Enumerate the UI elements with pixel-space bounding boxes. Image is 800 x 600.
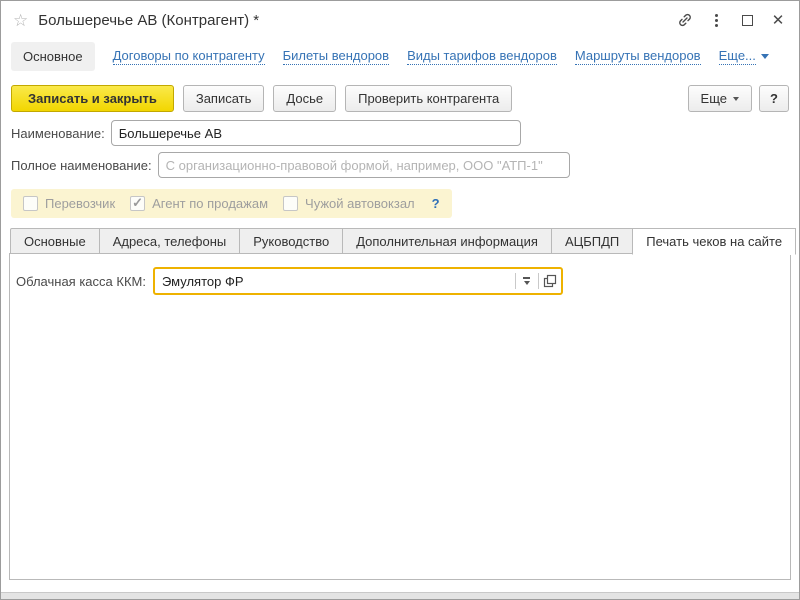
tab-general[interactable]: Основные xyxy=(10,228,100,254)
kkm-field-row: Облачная касса ККМ: Эмулятор ФР xyxy=(16,267,784,295)
counterparty-form-window: ☆ Большеречье АВ (Контрагент) * ✕ Основн… xyxy=(0,0,800,600)
checkbox-icon[interactable] xyxy=(23,196,38,211)
window-bottom-strip xyxy=(1,592,799,599)
titlebar-icons: ✕ xyxy=(674,9,789,31)
maximize-icon[interactable] xyxy=(736,9,758,31)
form-area: Наименование: Полное наименование: Перев… xyxy=(1,116,799,218)
tab-additional-info[interactable]: Дополнительная информация xyxy=(342,228,552,254)
chevron-down-icon xyxy=(524,281,530,285)
save-and-close-button[interactable]: Записать и закрыть xyxy=(11,85,174,112)
favorite-star-icon[interactable]: ☆ xyxy=(13,12,28,29)
flags-help-link[interactable]: ? xyxy=(432,196,440,211)
carrier-checkbox[interactable]: Перевозчик xyxy=(23,196,115,211)
kkm-combobox-value[interactable]: Эмулятор ФР xyxy=(155,274,515,289)
sales-agent-checkbox[interactable]: Агент по продажам xyxy=(130,196,268,211)
name-input[interactable] xyxy=(111,120,521,146)
chevron-down-icon xyxy=(761,54,769,59)
nav-more-label: Еще... xyxy=(719,48,756,65)
nav-link-vendor-routes[interactable]: Маршруты вендоров xyxy=(575,48,701,65)
sales-agent-checkbox-label: Агент по продажам xyxy=(152,196,268,211)
save-button[interactable]: Записать xyxy=(183,85,265,112)
toolbar-right-group: Еще ? xyxy=(688,85,789,112)
tab-receipt-printing-active[interactable]: Печать чеков на сайте xyxy=(632,228,796,255)
open-in-new-icon xyxy=(543,274,557,288)
toolbar-more-label: Еще xyxy=(701,91,727,106)
title-bar: ☆ Большеречье АВ (Контрагент) * ✕ xyxy=(1,1,799,39)
kkm-combobox[interactable]: Эмулятор ФР xyxy=(153,267,563,295)
check-counterparty-button[interactable]: Проверить контрагента xyxy=(345,85,512,112)
full-name-field-row: Полное наименование: xyxy=(11,152,789,178)
nav-tab-main[interactable]: Основное xyxy=(11,42,95,71)
flags-strip: Перевозчик Агент по продажам Чужой автов… xyxy=(11,189,452,218)
window-title: Большеречье АВ (Контрагент) * xyxy=(38,12,259,29)
checkbox-checked-icon[interactable] xyxy=(130,196,145,211)
foreign-bus-station-checkbox-label: Чужой автовокзал xyxy=(305,196,415,211)
tab-addresses-phones[interactable]: Адреса, телефоны xyxy=(99,228,241,254)
checkbox-icon[interactable] xyxy=(283,196,298,211)
nav-bar: Основное Договоры по контрагенту Билеты … xyxy=(1,39,799,79)
tab-management[interactable]: Руководство xyxy=(239,228,343,254)
more-menu-kebab-icon[interactable] xyxy=(705,9,727,31)
close-icon[interactable]: ✕ xyxy=(767,9,789,31)
chevron-down-icon xyxy=(733,97,739,101)
nav-link-vendor-tickets[interactable]: Билеты вендоров xyxy=(283,48,389,65)
help-button[interactable]: ? xyxy=(759,85,789,112)
full-name-field-label: Полное наименование: xyxy=(11,158,152,173)
kkm-dropdown-button[interactable] xyxy=(516,269,538,293)
carrier-checkbox-label: Перевозчик xyxy=(45,196,115,211)
kkm-field-label: Облачная касса ККМ: xyxy=(16,274,146,289)
nav-more-button[interactable]: Еще... xyxy=(719,48,769,65)
foreign-bus-station-checkbox[interactable]: Чужой автовокзал xyxy=(283,196,415,211)
tab-strip: Основные Адреса, телефоны Руководство До… xyxy=(1,218,799,254)
toolbar: Записать и закрыть Записать Досье Провер… xyxy=(1,79,799,116)
name-field-label: Наименование: xyxy=(11,126,105,141)
get-link-icon[interactable] xyxy=(674,9,696,31)
dropdown-icon xyxy=(523,277,530,279)
full-name-input[interactable] xyxy=(158,152,570,178)
tab-panel-receipt-printing: Облачная касса ККМ: Эмулятор ФР xyxy=(9,253,791,580)
name-field-row: Наименование: xyxy=(11,120,789,146)
tab-acbpdp[interactable]: АЦБПДП xyxy=(551,228,633,254)
kkm-open-button[interactable] xyxy=(539,269,561,293)
nav-link-contracts[interactable]: Договоры по контрагенту xyxy=(113,48,265,65)
dossier-button[interactable]: Досье xyxy=(273,85,336,112)
toolbar-more-button[interactable]: Еще xyxy=(688,85,752,112)
nav-link-vendor-tariff-types[interactable]: Виды тарифов вендоров xyxy=(407,48,557,65)
